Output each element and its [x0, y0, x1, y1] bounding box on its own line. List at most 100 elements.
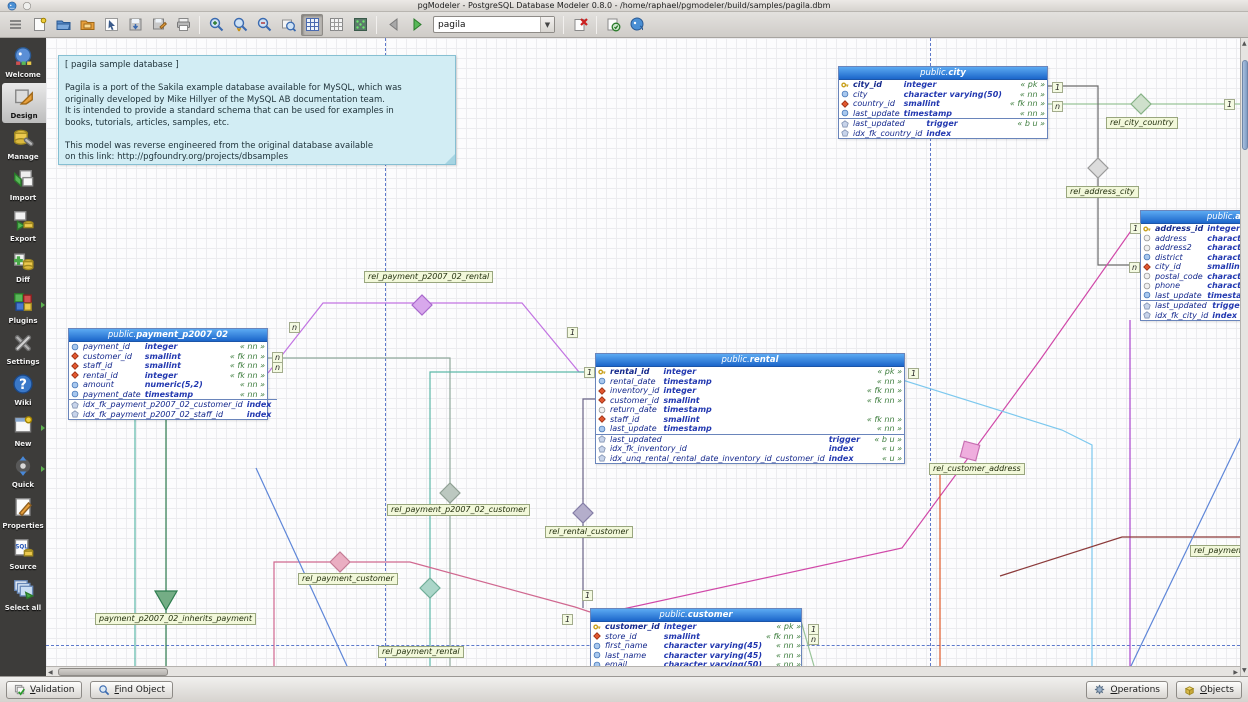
table-address[interactable]: public.addressaddress_idinteger« pk »add… [1140, 210, 1240, 321]
sidebar-item-manage[interactable]: Manage [0, 124, 46, 164]
relationship-line-rel_rental_customer[interactable] [583, 399, 595, 608]
save-as-model-button[interactable] [148, 14, 170, 36]
column-row[interactable]: idx_unq_rental_rental_date_inventory_id_… [596, 454, 904, 464]
relationship-diamond-marker[interactable] [412, 295, 432, 315]
relationship-diamond-marker[interactable] [330, 552, 350, 572]
relationship-label-rel_payment_rental[interactable]: rel_payment_rental [378, 646, 464, 658]
sidebar-item-properties[interactable]: Properties [0, 493, 46, 533]
column-row[interactable]: idx_fk_inventory_idindex« u » [596, 444, 904, 454]
relationship-line-rel_store_address[interactable] [896, 378, 1092, 666]
window-shade-button[interactable] [22, 1, 32, 11]
relationship-line-rel_payment_p2007_02_rental[interactable] [268, 303, 595, 373]
relationship-label-payment_p2007_02_inherits_payment[interactable]: payment_p2007_02_inherits_payment [95, 613, 256, 625]
column-row[interactable]: staff_idsmallint« fk nn » [596, 415, 904, 425]
relationship-label-rel_address_city[interactable]: rel_address_city [1066, 186, 1139, 198]
objects-button[interactable]: Objects [1176, 681, 1242, 699]
column-row[interactable]: last_updatetimestamp« nn » [839, 109, 1047, 119]
relationship-label-rel_rental_customer[interactable]: rel_rental_customer [545, 526, 633, 538]
model-canvas[interactable]: [ pagila sample database ] Pagila is a p… [46, 38, 1240, 666]
column-row[interactable]: idx_fk_country_idindex [839, 129, 1047, 139]
main-menu-button[interactable] [4, 14, 26, 36]
align-grid-button[interactable] [325, 14, 347, 36]
scroll-up-icon[interactable]: ▲ [1242, 39, 1247, 48]
table-payment_p2007_02[interactable]: public.payment_p2007_02payment_idinteger… [68, 328, 268, 420]
table-rental[interactable]: public.rentalrental_idinteger« pk »renta… [595, 353, 905, 464]
relationship-line-rel_payment_blue_b[interactable] [1131, 420, 1240, 666]
column-row[interactable]: addresscharacter varying(50) [1141, 234, 1240, 244]
relationship-diamond-marker[interactable] [440, 483, 460, 503]
column-row[interactable]: inventory_idinteger« fk nn » [596, 386, 904, 396]
table-customer[interactable]: public.customercustomer_idinteger« pk »s… [590, 608, 802, 666]
print-model-button[interactable] [172, 14, 194, 36]
column-row[interactable]: first_namecharacter varying(45)« nn » [591, 641, 803, 651]
find-object-button[interactable]: Find Object [90, 681, 173, 699]
recent-models-button[interactable] [76, 14, 98, 36]
save-model-button[interactable] [124, 14, 146, 36]
relationship-label-rel_payment_p2007_02_rental[interactable]: rel_payment_p2007_02_rental [364, 271, 493, 283]
column-row[interactable]: last_updatetimestamp« nn » [1141, 291, 1240, 301]
relationship-label-rel_payment_p2007_02_customer[interactable]: rel_payment_p2007_02_customer [387, 504, 530, 516]
new-model-button[interactable] [28, 14, 50, 36]
column-row[interactable]: staff_idsmallint« fk nn » [69, 361, 267, 371]
about-pgmodeler-button[interactable] [626, 14, 648, 36]
show-grid-button[interactable] [301, 14, 323, 36]
sidebar-item-welcome[interactable]: Welcome [0, 42, 46, 82]
scroll-down-icon[interactable]: ▼ [1242, 666, 1247, 675]
sidebar-item-wiki[interactable]: ?Wiki [0, 370, 46, 410]
magnify-area-button[interactable] [277, 14, 299, 36]
sidebar-item-import[interactable]: Import [0, 165, 46, 205]
sidebar-item-select-all[interactable]: Select all [0, 575, 46, 615]
table-city[interactable]: public.citycity_idinteger« pk »citychara… [838, 66, 1048, 139]
column-row[interactable]: idx_fk_city_idindex [1141, 311, 1240, 321]
column-row[interactable]: last_updatetimestamp« nn » [596, 424, 904, 434]
zoom-in-button[interactable] [205, 14, 227, 36]
column-row[interactable]: store_idsmallint« fk nn » [591, 632, 803, 642]
validation-button[interactable]: Validation [6, 681, 82, 699]
operations-button[interactable]: Operations [1086, 681, 1168, 699]
relationship-label-rel_payment_customer[interactable]: rel_payment_customer [298, 573, 398, 585]
chevron-down-icon[interactable]: ▼ [540, 17, 554, 32]
vertical-scrollbar[interactable]: ▲ ▼ [1240, 38, 1248, 676]
column-row[interactable]: last_namecharacter varying(45)« nn » [591, 651, 803, 661]
close-model-button[interactable] [569, 14, 591, 36]
column-row[interactable]: amountnumeric(5,2)« nn » [69, 380, 267, 390]
sidebar-item-export[interactable]: Export [0, 206, 46, 246]
fix-model-button[interactable] [602, 14, 624, 36]
relationship-triangle-marker[interactable] [155, 591, 177, 610]
relationship-square-marker[interactable] [960, 441, 980, 461]
prev-page-button[interactable] [382, 14, 404, 36]
table-header[interactable]: public.address [1141, 211, 1240, 224]
open-model-button[interactable] [52, 14, 74, 36]
table-header[interactable]: public.city [839, 67, 1047, 80]
column-row[interactable]: rental_idinteger« fk nn » [69, 371, 267, 381]
vertical-scroll-thumb[interactable] [1242, 60, 1248, 150]
column-row[interactable]: emailcharacter varying(50)« nn » [591, 660, 803, 666]
sidebar-item-quick[interactable]: Quick [0, 452, 46, 492]
relationship-diamond-marker[interactable] [1131, 94, 1151, 114]
column-row[interactable]: payment_datetimestamp« nn » [69, 390, 267, 400]
select-mode-button[interactable] [100, 14, 122, 36]
column-row[interactable]: last_updatedtrigger« b u » [839, 119, 1047, 129]
zoom-normal-button[interactable] [229, 14, 251, 36]
column-row[interactable]: customer_idinteger« pk » [591, 622, 803, 632]
column-row[interactable]: city_idsmallint« fk nn » [1141, 262, 1240, 272]
zoom-out-button[interactable] [253, 14, 275, 36]
relationship-diamond-marker[interactable] [1088, 158, 1108, 178]
column-row[interactable]: country_idsmallint« fk nn » [839, 99, 1047, 109]
column-row[interactable]: last_updatedtrigger [1141, 301, 1240, 311]
relationship-diamond-marker[interactable] [420, 578, 440, 598]
column-row[interactable]: citycharacter varying(50)« nn » [839, 90, 1047, 100]
next-page-button[interactable] [406, 14, 428, 36]
sidebar-item-new[interactable]: New [0, 411, 46, 451]
column-row[interactable]: districtcharacter varying(20) [1141, 253, 1240, 263]
relationship-label-rel_payment[interactable]: rel_payment [1190, 545, 1240, 557]
column-row[interactable]: idx_fk_payment_p2007_02_customer_idindex [69, 400, 277, 410]
relationship-label-rel_city_country[interactable]: rel_city_country [1106, 117, 1178, 129]
table-header[interactable]: public.customer [591, 609, 801, 622]
column-row[interactable]: customer_idsmallint« fk nn » [596, 396, 904, 406]
sidebar-item-design[interactable]: Design [2, 83, 46, 123]
column-row[interactable]: rental_datetimestamp« nn » [596, 377, 904, 387]
relationship-line-rel_payment_blue_a[interactable] [256, 468, 347, 666]
relationship-label-rel_customer_address[interactable]: rel_customer_address [929, 463, 1025, 475]
relationship-diamond-marker[interactable] [573, 503, 593, 523]
